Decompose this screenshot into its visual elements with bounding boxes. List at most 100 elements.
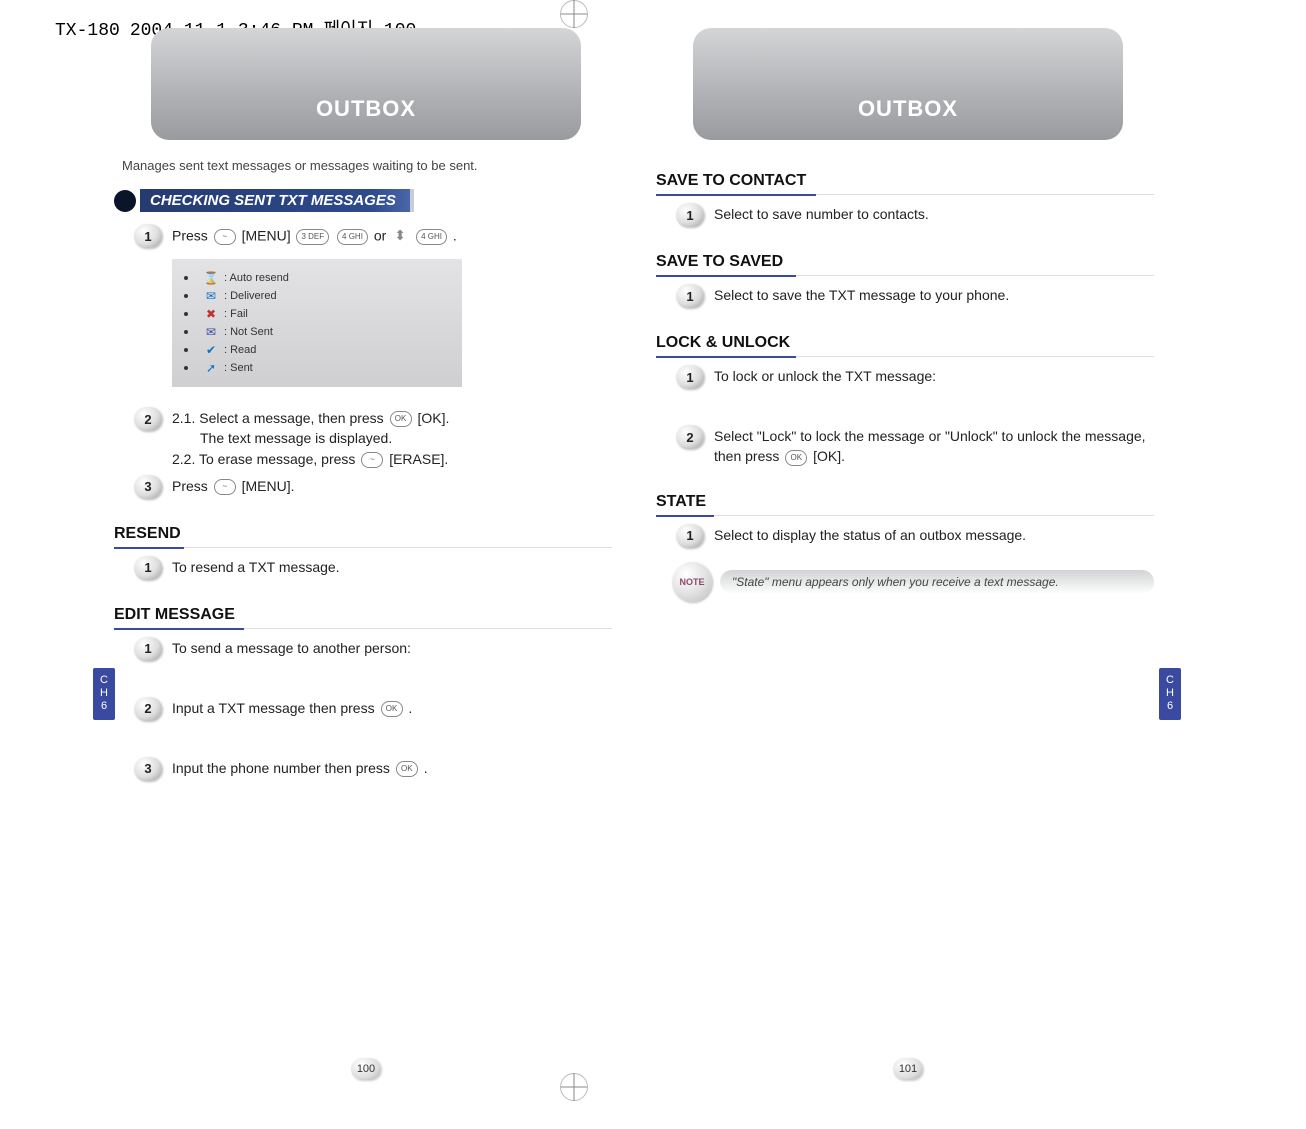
key-4-icon: 4 GHI <box>337 229 368 245</box>
banner-right-label: OUTBOX <box>858 96 958 122</box>
txt: Select "Lock" to lock the message or "Un… <box>714 428 1146 464</box>
save-saved-step-1: 1 Select to save the TXT message to your… <box>676 282 1154 308</box>
step-text: To resend a TXT message. <box>172 554 340 577</box>
edit-step-2: 2 Input a TXT message then press OK . <box>134 695 612 721</box>
edit-step-3: 3 Input the phone number then press OK . <box>134 755 612 781</box>
step-number: 2 <box>134 697 162 721</box>
chapter-tab-left: C H 6 <box>93 668 115 720</box>
banner-left-label: OUTBOX <box>316 96 416 122</box>
section-resend: RESEND <box>114 525 612 548</box>
txt: [OK]. <box>813 448 845 464</box>
txt: or <box>374 228 390 244</box>
legend-row: ✖ : Fail <box>184 305 450 323</box>
key-4-icon: 4 GHI <box>416 229 447 245</box>
checking-step-3: 3 Press ~ [MENU]. <box>134 473 612 499</box>
txt: . <box>408 700 412 716</box>
step-number: 1 <box>676 284 704 308</box>
section-checking: CHECKING SENT TXT MESSAGES <box>114 189 612 212</box>
chapter-n: 6 <box>1159 700 1181 713</box>
note-icon: NOTE <box>672 562 712 602</box>
state-step-1: 1 Select to display the status of an out… <box>676 522 1154 548</box>
chapter-h: H <box>93 687 115 700</box>
step-text: Press ~ [MENU] 3 DEF 4 GHI or ⬍ 4 GHI . <box>172 222 457 249</box>
chapter-n: 6 <box>93 700 115 713</box>
step-number: 1 <box>676 203 704 227</box>
txt: 2.1. Select a message, then press <box>172 410 388 426</box>
step-text: To send a message to another person: <box>172 635 411 658</box>
step-text: To lock or unlock the TXT message: <box>714 363 936 386</box>
checking-step-1: 1 Press ~ [MENU] 3 DEF 4 GHI or ⬍ 4 GHI … <box>134 222 612 249</box>
not-sent-icon: ✉ <box>204 325 218 339</box>
nav-down-icon: ⬍ <box>390 225 410 249</box>
step-text: Select "Lock" to lock the message or "Un… <box>714 423 1154 467</box>
section-edit-message: EDIT MESSAGE <box>114 606 612 629</box>
step-text: Select to display the status of an outbo… <box>714 522 1026 545</box>
heading-pill: CHECKING SENT TXT MESSAGES <box>140 189 414 212</box>
step-text: Select to save number to contacts. <box>714 201 929 224</box>
step-number: 2 <box>134 407 162 431</box>
edit-step-1: 1 To send a message to another person: <box>134 635 612 661</box>
step-number: 2 <box>676 425 704 449</box>
bullet-icon <box>184 366 188 370</box>
txt: Press <box>172 228 212 244</box>
txt: The text message is displayed. <box>200 428 392 448</box>
txt: Press <box>172 478 212 494</box>
banner-right: OUTBOX <box>693 28 1123 140</box>
checking-step-2: 2 2.1. Select a message, then press OK [… <box>134 405 612 469</box>
chapter-tab-right: C H 6 <box>1159 668 1181 720</box>
section-save-saved: SAVE TO SAVED <box>656 253 1154 276</box>
txt: [MENU]. <box>242 478 295 494</box>
step-text: 2.1. Select a message, then press OK [OK… <box>172 405 449 469</box>
legend-label: : Sent <box>224 362 253 374</box>
icon-legend: ⌛ : Auto resend ✉ : Delivered ✖ : Fail ✉… <box>172 259 462 387</box>
left-body: Manages sent text messages or messages w… <box>100 140 632 781</box>
legend-row: ✉ : Delivered <box>184 287 450 305</box>
spread: OUTBOX Manages sent text messages or mes… <box>0 0 1306 1129</box>
banner-left: OUTBOX <box>151 28 581 140</box>
legend-label: : Delivered <box>224 290 277 302</box>
txt: [OK]. <box>417 410 449 426</box>
legend-label: : Read <box>224 344 256 356</box>
bullet-icon <box>184 330 188 334</box>
section-state: STATE <box>656 493 1154 516</box>
txt: [MENU] <box>242 228 291 244</box>
step-text: Select to save the TXT message to your p… <box>714 282 1009 305</box>
ok-key-icon: OK <box>785 450 807 466</box>
legend-row: ✉ : Not Sent <box>184 323 450 341</box>
note-text: "State" menu appears only when you recei… <box>720 570 1154 594</box>
sent-icon: ➚ <box>204 361 218 375</box>
step-number: 3 <box>134 757 162 781</box>
lock-step-1: 1 To lock or unlock the TXT message: <box>676 363 1154 389</box>
page-left: OUTBOX Manages sent text messages or mes… <box>100 28 632 1129</box>
step-text: Input a TXT message then press OK . <box>172 695 412 718</box>
chapter-h: H <box>1159 687 1181 700</box>
step-number: 1 <box>676 365 704 389</box>
chapter-c: C <box>93 674 115 687</box>
page-number-left: 100 <box>351 1058 381 1080</box>
txt: [ERASE]. <box>389 451 448 467</box>
page-number: 101 <box>893 1058 923 1080</box>
legend-label: : Not Sent <box>224 326 273 338</box>
page-number: 100 <box>351 1058 381 1080</box>
bullet-icon <box>184 276 188 280</box>
page-number-right: 101 <box>893 1058 923 1080</box>
txt: . <box>453 228 457 244</box>
ok-key-icon: OK <box>396 761 418 777</box>
key-3-icon: 3 DEF <box>296 229 329 245</box>
legend-row: ➚ : Sent <box>184 359 450 377</box>
step-number: 1 <box>134 224 162 248</box>
txt: Input the phone number then press <box>172 760 394 776</box>
legend-label: : Auto resend <box>224 272 289 284</box>
txt: . <box>424 760 428 776</box>
txt: Input a TXT message then press <box>172 700 379 716</box>
chapter-c: C <box>1159 674 1181 687</box>
section-lock-unlock: LOCK & UNLOCK <box>656 334 1154 357</box>
resend-step-1: 1 To resend a TXT message. <box>134 554 612 580</box>
heading-dot-icon <box>114 190 136 212</box>
right-body: SAVE TO CONTACT 1 Select to save number … <box>642 140 1174 602</box>
note-row: NOTE "State" menu appears only when you … <box>672 562 1154 602</box>
intro-text: Manages sent text messages or messages w… <box>122 158 612 173</box>
softkey-icon: ~ <box>214 479 236 495</box>
legend-row: ⌛ : Auto resend <box>184 269 450 287</box>
ok-key-icon: OK <box>381 701 403 717</box>
